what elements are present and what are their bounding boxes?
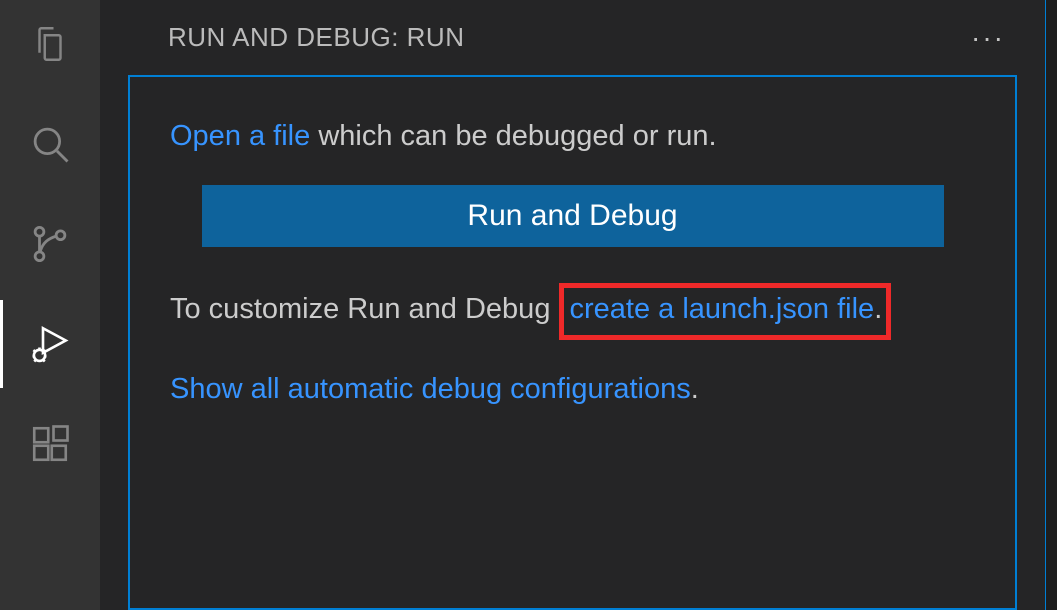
run-and-debug-button[interactable]: Run and Debug [202,185,944,247]
more-actions-icon[interactable]: ··· [963,18,1013,58]
open-file-text: which can be debugged or run. [310,120,716,152]
create-launch-link[interactable]: create a launch.json file [570,293,875,325]
show-all-line: Show all automatic debug configurations. [170,368,975,410]
create-launch-highlight: create a launch.json file. [559,283,892,339]
search-icon[interactable] [26,120,74,168]
open-file-line: Open a file which can be debugged or run… [170,115,975,157]
extensions-icon[interactable] [26,420,74,468]
customize-line: To customize Run and Debug create a laun… [170,283,975,339]
show-all-configs-link[interactable]: Show all automatic debug configurations [170,373,691,405]
run-debug-icon[interactable] [26,320,74,368]
source-control-icon[interactable] [26,220,74,268]
run-debug-panel: Open a file which can be debugged or run… [128,75,1017,610]
sidebar-header: RUN AND DEBUG: RUN ··· [100,0,1045,75]
open-file-link[interactable]: Open a file [170,120,310,152]
run-debug-sidebar: RUN AND DEBUG: RUN ··· Open a file which… [100,0,1045,610]
editor-edge [1045,0,1057,610]
customize-suffix: . [874,293,882,325]
show-all-suffix: . [691,373,699,405]
sidebar-title: RUN AND DEBUG: RUN [168,22,464,53]
explorer-icon[interactable] [26,20,74,68]
activity-bar [0,0,100,610]
customize-prefix: To customize Run and Debug [170,293,559,325]
